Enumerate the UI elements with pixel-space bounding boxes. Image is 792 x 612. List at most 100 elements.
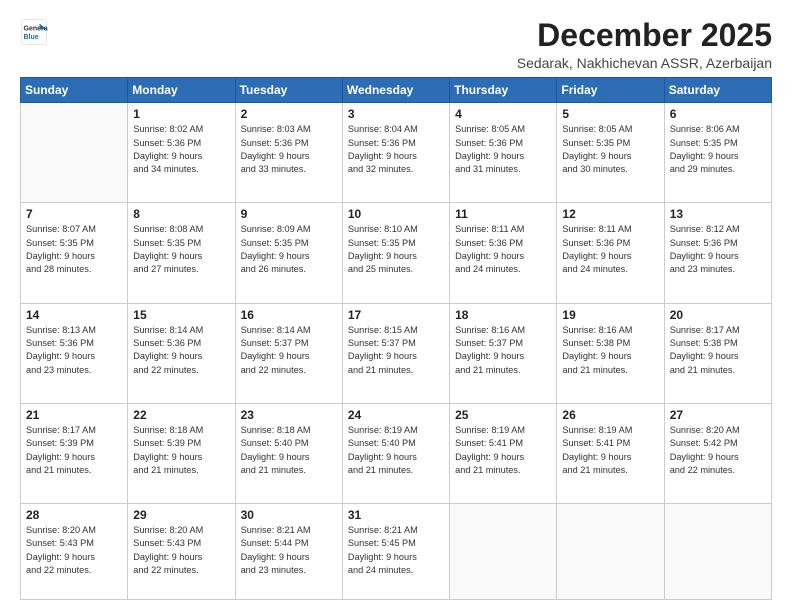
col-friday: Friday — [557, 78, 664, 103]
day-info: Sunrise: 8:05 AMSunset: 5:36 PMDaylight:… — [455, 123, 551, 176]
day-info: Sunrise: 8:17 AMSunset: 5:38 PMDaylight:… — [670, 324, 766, 377]
day-number: 19 — [562, 308, 658, 322]
day-info: Sunrise: 8:18 AMSunset: 5:40 PMDaylight:… — [241, 424, 337, 477]
table-row — [557, 504, 664, 600]
day-number: 4 — [455, 107, 551, 121]
table-row: 13 Sunrise: 8:12 AMSunset: 5:36 PMDayligh… — [664, 203, 771, 303]
day-info: Sunrise: 8:05 AMSunset: 5:35 PMDaylight:… — [562, 123, 658, 176]
col-wednesday: Wednesday — [342, 78, 449, 103]
day-number: 5 — [562, 107, 658, 121]
day-info: Sunrise: 8:14 AMSunset: 5:37 PMDaylight:… — [241, 324, 337, 377]
day-info: Sunrise: 8:08 AMSunset: 5:35 PMDaylight:… — [133, 223, 229, 276]
day-info: Sunrise: 8:13 AMSunset: 5:36 PMDaylight:… — [26, 324, 122, 377]
day-number: 12 — [562, 207, 658, 221]
table-row: 5 Sunrise: 8:05 AMSunset: 5:35 PMDaylight… — [557, 103, 664, 203]
day-number: 28 — [26, 508, 122, 522]
day-number: 20 — [670, 308, 766, 322]
day-number: 17 — [348, 308, 444, 322]
page: General Blue December 2025 Sedarak, Nakh… — [0, 0, 792, 612]
calendar-header-row: Sunday Monday Tuesday Wednesday Thursday… — [21, 78, 772, 103]
day-info: Sunrise: 8:19 AMSunset: 5:40 PMDaylight:… — [348, 424, 444, 477]
location: Sedarak, Nakhichevan ASSR, Azerbaijan — [517, 55, 772, 71]
day-info: Sunrise: 8:17 AMSunset: 5:39 PMDaylight:… — [26, 424, 122, 477]
table-row: 19 Sunrise: 8:16 AMSunset: 5:38 PMDayligh… — [557, 303, 664, 403]
table-row: 12 Sunrise: 8:11 AMSunset: 5:36 PMDayligh… — [557, 203, 664, 303]
day-info: Sunrise: 8:11 AMSunset: 5:36 PMDaylight:… — [455, 223, 551, 276]
logo: General Blue — [20, 18, 50, 46]
day-number: 25 — [455, 408, 551, 422]
day-info: Sunrise: 8:20 AMSunset: 5:43 PMDaylight:… — [133, 524, 229, 577]
table-row: 31 Sunrise: 8:21 AMSunset: 5:45 PMDayligh… — [342, 504, 449, 600]
header: General Blue December 2025 Sedarak, Nakh… — [20, 18, 772, 71]
day-number: 7 — [26, 207, 122, 221]
table-row: 23 Sunrise: 8:18 AMSunset: 5:40 PMDayligh… — [235, 403, 342, 503]
table-row: 14 Sunrise: 8:13 AMSunset: 5:36 PMDayligh… — [21, 303, 128, 403]
day-number: 14 — [26, 308, 122, 322]
day-info: Sunrise: 8:20 AMSunset: 5:42 PMDaylight:… — [670, 424, 766, 477]
table-row: 27 Sunrise: 8:20 AMSunset: 5:42 PMDayligh… — [664, 403, 771, 503]
day-info: Sunrise: 8:15 AMSunset: 5:37 PMDaylight:… — [348, 324, 444, 377]
day-number: 2 — [241, 107, 337, 121]
table-row: 20 Sunrise: 8:17 AMSunset: 5:38 PMDayligh… — [664, 303, 771, 403]
day-info: Sunrise: 8:16 AMSunset: 5:37 PMDaylight:… — [455, 324, 551, 377]
day-info: Sunrise: 8:12 AMSunset: 5:36 PMDaylight:… — [670, 223, 766, 276]
svg-text:Blue: Blue — [24, 34, 39, 41]
day-number: 26 — [562, 408, 658, 422]
day-number: 11 — [455, 207, 551, 221]
day-number: 18 — [455, 308, 551, 322]
day-info: Sunrise: 8:03 AMSunset: 5:36 PMDaylight:… — [241, 123, 337, 176]
day-number: 24 — [348, 408, 444, 422]
table-row: 6 Sunrise: 8:06 AMSunset: 5:35 PMDaylight… — [664, 103, 771, 203]
col-thursday: Thursday — [450, 78, 557, 103]
table-row: 21 Sunrise: 8:17 AMSunset: 5:39 PMDayligh… — [21, 403, 128, 503]
table-row: 11 Sunrise: 8:11 AMSunset: 5:36 PMDayligh… — [450, 203, 557, 303]
col-monday: Monday — [128, 78, 235, 103]
title-block: December 2025 Sedarak, Nakhichevan ASSR,… — [517, 18, 772, 71]
day-info: Sunrise: 8:04 AMSunset: 5:36 PMDaylight:… — [348, 123, 444, 176]
day-info: Sunrise: 8:10 AMSunset: 5:35 PMDaylight:… — [348, 223, 444, 276]
table-row: 2 Sunrise: 8:03 AMSunset: 5:36 PMDaylight… — [235, 103, 342, 203]
day-info: Sunrise: 8:07 AMSunset: 5:35 PMDaylight:… — [26, 223, 122, 276]
table-row — [450, 504, 557, 600]
day-number: 27 — [670, 408, 766, 422]
day-info: Sunrise: 8:11 AMSunset: 5:36 PMDaylight:… — [562, 223, 658, 276]
day-info: Sunrise: 8:21 AMSunset: 5:44 PMDaylight:… — [241, 524, 337, 577]
day-number: 13 — [670, 207, 766, 221]
col-tuesday: Tuesday — [235, 78, 342, 103]
table-row: 24 Sunrise: 8:19 AMSunset: 5:40 PMDayligh… — [342, 403, 449, 503]
col-saturday: Saturday — [664, 78, 771, 103]
day-info: Sunrise: 8:16 AMSunset: 5:38 PMDaylight:… — [562, 324, 658, 377]
day-info: Sunrise: 8:06 AMSunset: 5:35 PMDaylight:… — [670, 123, 766, 176]
day-number: 6 — [670, 107, 766, 121]
day-info: Sunrise: 8:09 AMSunset: 5:35 PMDaylight:… — [241, 223, 337, 276]
day-info: Sunrise: 8:18 AMSunset: 5:39 PMDaylight:… — [133, 424, 229, 477]
table-row: 10Sunrise: 8:10 AMSunset: 5:35 PMDayligh… — [342, 203, 449, 303]
table-row — [664, 504, 771, 600]
logo-icon: General Blue — [20, 18, 48, 46]
table-row: 1Sunrise: 8:02 AMSunset: 5:36 PMDaylight… — [128, 103, 235, 203]
day-number: 30 — [241, 508, 337, 522]
day-number: 9 — [241, 207, 337, 221]
table-row: 16Sunrise: 8:14 AMSunset: 5:37 PMDayligh… — [235, 303, 342, 403]
day-number: 29 — [133, 508, 229, 522]
table-row: 3Sunrise: 8:04 AMSunset: 5:36 PMDaylight… — [342, 103, 449, 203]
day-info: Sunrise: 8:20 AMSunset: 5:43 PMDaylight:… — [26, 524, 122, 577]
day-number: 23 — [241, 408, 337, 422]
day-info: Sunrise: 8:14 AMSunset: 5:36 PMDaylight:… — [133, 324, 229, 377]
table-row: 26Sunrise: 8:19 AMSunset: 5:41 PMDayligh… — [557, 403, 664, 503]
calendar-table: Sunday Monday Tuesday Wednesday Thursday… — [20, 77, 772, 600]
col-sunday: Sunday — [21, 78, 128, 103]
table-row: 22Sunrise: 8:18 AMSunset: 5:39 PMDayligh… — [128, 403, 235, 503]
day-number: 21 — [26, 408, 122, 422]
table-row: 4 Sunrise: 8:05 AMSunset: 5:36 PMDaylight… — [450, 103, 557, 203]
table-row: 9 Sunrise: 8:09 AMSunset: 5:35 PMDaylight… — [235, 203, 342, 303]
day-number: 31 — [348, 508, 444, 522]
table-row: 25 Sunrise: 8:19 AMSunset: 5:41 PMDayligh… — [450, 403, 557, 503]
month-title: December 2025 — [517, 18, 772, 53]
table-row: 18 Sunrise: 8:16 AMSunset: 5:37 PMDayligh… — [450, 303, 557, 403]
day-info: Sunrise: 8:19 AMSunset: 5:41 PMDaylight:… — [455, 424, 551, 477]
day-number: 1 — [133, 107, 229, 121]
table-row: 30 Sunrise: 8:21 AMSunset: 5:44 PMDayligh… — [235, 504, 342, 600]
day-number: 15 — [133, 308, 229, 322]
day-info: Sunrise: 8:21 AMSunset: 5:45 PMDaylight:… — [348, 524, 444, 577]
